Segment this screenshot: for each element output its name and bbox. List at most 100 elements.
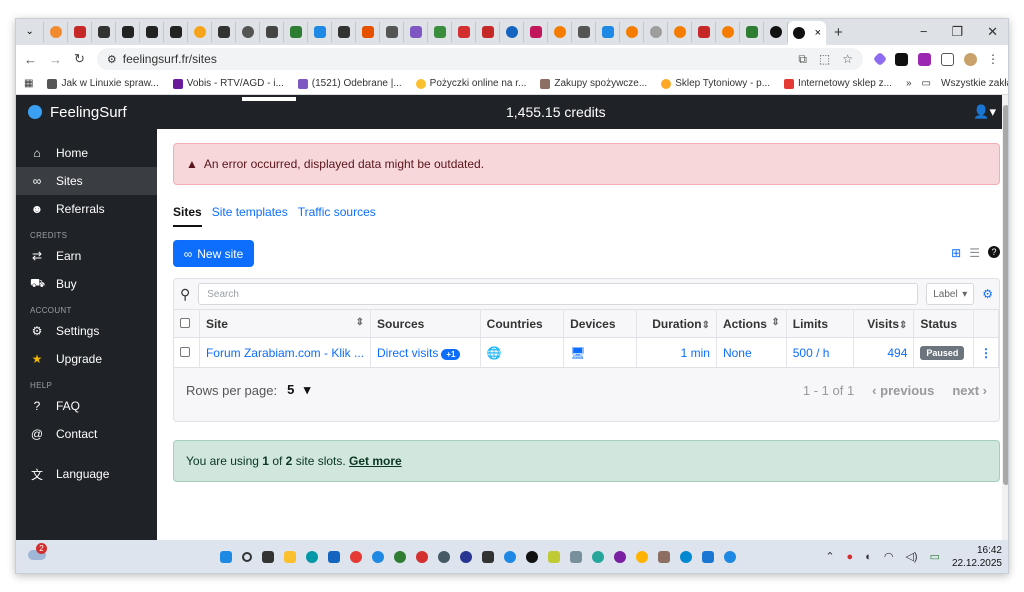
clock[interactable]: 16:42 22.12.2025 — [952, 544, 1002, 570]
search-input[interactable]: Search — [198, 283, 919, 305]
bookmark[interactable]: Jak w Linuxie spraw... — [47, 78, 159, 89]
app-icon[interactable] — [570, 550, 582, 563]
get-more-link[interactable]: Get more — [349, 454, 402, 468]
search-icon[interactable] — [242, 551, 252, 562]
tray-app-icon[interactable]: ● — [847, 551, 854, 563]
tab[interactable] — [380, 22, 404, 42]
list-view-icon[interactable]: ☰ — [969, 246, 980, 260]
app-icon[interactable] — [460, 550, 472, 563]
sidebar-item-home[interactable]: ⌂ Home — [16, 139, 157, 167]
active-tab[interactable]: × — [788, 21, 826, 45]
app-icon[interactable] — [394, 550, 406, 563]
extension-icon[interactable] — [918, 52, 931, 66]
actions-cell[interactable]: None — [716, 337, 787, 368]
profile-avatar-icon[interactable] — [964, 52, 977, 66]
tray-chevron-icon[interactable]: ⌃ — [825, 550, 834, 563]
app-icon[interactable] — [372, 550, 384, 563]
tab-traffic-sources[interactable]: Traffic sources — [298, 205, 376, 227]
close-window-icon[interactable]: ✕ — [987, 24, 998, 40]
edge-icon[interactable] — [306, 550, 318, 563]
tab[interactable] — [548, 22, 572, 42]
tab[interactable] — [452, 22, 476, 42]
new-tab-button[interactable]: + — [826, 24, 843, 41]
tab[interactable] — [692, 22, 716, 42]
minimize-icon[interactable]: − — [920, 24, 928, 40]
sidebar-item-sites[interactable]: ∞ Sites — [16, 167, 157, 195]
extension-icon[interactable] — [895, 52, 908, 66]
devices-cell[interactable]: 🖥 — [563, 337, 637, 368]
tab[interactable] — [284, 22, 308, 42]
new-site-button[interactable]: ∞ New site — [173, 240, 254, 267]
more-bookmarks-button[interactable]: » — [906, 78, 912, 89]
wifi-icon[interactable]: ◠ — [884, 550, 894, 563]
help-icon[interactable]: ? — [988, 246, 1000, 258]
app-icon[interactable] — [724, 550, 736, 563]
sources-cell[interactable]: Direct visits +1 — [370, 337, 481, 368]
sidebar-item-upgrade[interactable]: ★ Upgrade — [16, 345, 157, 373]
tab[interactable] — [500, 22, 524, 42]
tab[interactable] — [236, 22, 260, 42]
tab[interactable] — [764, 22, 788, 42]
visits-cell[interactable]: 494 — [853, 337, 915, 368]
task-view-icon[interactable] — [262, 550, 274, 563]
select-all-checkbox[interactable] — [180, 317, 190, 328]
tab[interactable] — [716, 22, 740, 42]
brand-link[interactable]: FeelingSurf — [16, 104, 157, 121]
tab[interactable] — [164, 22, 188, 42]
close-tab-icon[interactable]: × — [815, 27, 821, 39]
status-badge[interactable]: Paused — [920, 346, 965, 360]
sidebar-item-language[interactable]: 文 Language — [16, 460, 157, 488]
extensions-puzzle-icon[interactable] — [941, 52, 954, 66]
app-icon[interactable] — [548, 550, 560, 563]
tab[interactable] — [596, 22, 620, 42]
store-icon[interactable] — [328, 550, 340, 563]
menu-dots-icon[interactable]: ⋮ — [987, 53, 1000, 66]
app-icon[interactable] — [592, 550, 604, 563]
bookmark[interactable]: (1521) Odebrane |... — [297, 78, 402, 89]
apps-grid-icon[interactable]: ▦ — [24, 78, 33, 89]
tab[interactable] — [68, 22, 92, 42]
tab[interactable] — [92, 22, 116, 42]
app-icon[interactable] — [504, 550, 516, 563]
back-icon[interactable]: ← — [24, 52, 37, 67]
previous-page-button[interactable]: ‹ previous — [872, 383, 934, 398]
site-settings-icon[interactable]: ⚙ — [107, 53, 117, 66]
tab[interactable] — [428, 22, 452, 42]
volume-icon[interactable]: ◁) — [905, 550, 917, 563]
extension-icon[interactable] — [872, 51, 888, 67]
app-icon[interactable] — [680, 550, 692, 563]
app-icon[interactable] — [702, 550, 714, 563]
forward-icon[interactable]: → — [49, 52, 62, 67]
app-icon[interactable] — [438, 550, 450, 563]
rows-per-page-select[interactable]: 5 ▾ — [287, 382, 310, 398]
tray-app-icon[interactable]: ◐ — [865, 551, 872, 563]
windows-start-icon[interactable] — [220, 550, 232, 563]
sidebar-item-contact[interactable]: @ Contact — [16, 420, 157, 448]
bookmark[interactable]: Sklep Tytoniowy - p... — [661, 78, 770, 89]
sidebar-item-referrals[interactable]: ☻ Referrals — [16, 195, 157, 223]
limits-cell[interactable]: 500 / h — [786, 337, 854, 368]
scrollbar-thumb[interactable] — [1003, 105, 1008, 485]
restore-icon[interactable]: ❐ — [951, 24, 963, 40]
tab[interactable] — [356, 22, 380, 42]
tab[interactable] — [476, 22, 500, 42]
column-actions[interactable]: Actions ⇕ — [716, 309, 787, 338]
site-name-link[interactable]: Forum Zarabiam.com - Klik ... — [199, 337, 372, 368]
sidebar-item-faq[interactable]: ? FAQ — [16, 392, 157, 420]
reload-icon[interactable]: ↻ — [74, 51, 85, 67]
tab[interactable] — [572, 22, 596, 42]
grid-view-icon[interactable]: ⊞ — [951, 246, 961, 260]
sidebar-item-settings[interactable]: ⚙ Settings — [16, 317, 157, 345]
column-visits[interactable]: Visits⇕ — [853, 309, 915, 338]
tab-sites[interactable]: Sites — [173, 205, 202, 227]
translate-icon[interactable]: ⧉ — [798, 52, 807, 67]
file-explorer-icon[interactable] — [284, 550, 296, 563]
bookmark[interactable]: Internetowy sklep z... — [784, 78, 892, 89]
app-icon[interactable] — [482, 550, 494, 563]
column-site[interactable]: Site ⇕ — [199, 309, 372, 338]
table-settings-icon[interactable]: ⚙ — [982, 287, 993, 301]
app-icon[interactable] — [614, 550, 626, 563]
tab[interactable] — [524, 22, 548, 42]
row-menu-icon[interactable]: ⋮ — [980, 346, 992, 360]
tab[interactable] — [260, 22, 284, 42]
